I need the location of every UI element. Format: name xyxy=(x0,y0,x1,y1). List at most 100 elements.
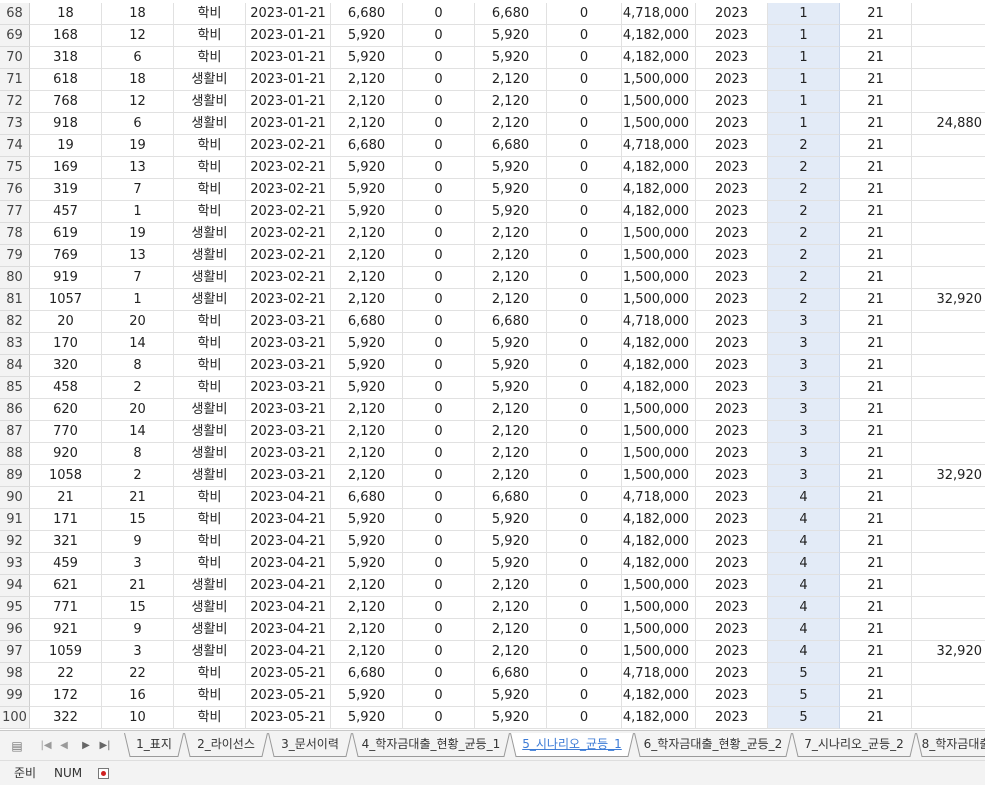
cell-value-year[interactable]: 2023 xyxy=(696,3,768,25)
cell-value-date[interactable]: 2023-04-21 xyxy=(246,641,331,663)
cell-value-interest[interactable]: 0 xyxy=(403,91,475,113)
row-header[interactable]: 91 xyxy=(0,509,30,531)
cell-value-month[interactable]: 4 xyxy=(768,553,840,575)
cell-value-payment[interactable]: 2,120 xyxy=(331,223,403,245)
cell-value-month[interactable]: 4 xyxy=(768,509,840,531)
cell-value-interest[interactable]: 0 xyxy=(403,47,475,69)
sheet-tab[interactable]: 6_학자금대출_현황_균등_2 xyxy=(634,733,792,757)
cell-value-seq[interactable]: 18 xyxy=(102,69,174,91)
spreadsheet-grid[interactable]: 68 18 18 학비 2023-01-21 6,680 0 6,680 0 4,718,000 2… xyxy=(0,0,985,730)
cell-value-balance[interactable]: 4,182,000 xyxy=(622,553,696,575)
cell-value-subtotal[interactable] xyxy=(912,575,985,597)
cell-value-date[interactable]: 2023-04-21 xyxy=(246,597,331,619)
cell-value-payment[interactable]: 6,680 xyxy=(331,663,403,685)
cell-value-date[interactable]: 2023-02-21 xyxy=(246,245,331,267)
cell-value-interest[interactable]: 0 xyxy=(403,531,475,553)
cell-value-type[interactable]: 생활비 xyxy=(174,421,246,443)
cell-value-extra[interactable]: 0 xyxy=(547,619,622,641)
row-header[interactable]: 79 xyxy=(0,245,30,267)
cell-value-year[interactable]: 2023 xyxy=(696,663,768,685)
cell-value-balance[interactable]: 4,718,000 xyxy=(622,487,696,509)
cell-value-month[interactable]: 3 xyxy=(768,355,840,377)
cell-value-date[interactable]: 2023-04-21 xyxy=(246,531,331,553)
cell-value-interest[interactable]: 0 xyxy=(403,333,475,355)
cell-value-month[interactable]: 2 xyxy=(768,157,840,179)
cell-value-type[interactable]: 학비 xyxy=(174,553,246,575)
cell-value-subtotal[interactable] xyxy=(912,311,985,333)
cell-value-subtotal[interactable] xyxy=(912,333,985,355)
row-header[interactable]: 75 xyxy=(0,157,30,179)
cell-value-extra[interactable]: 0 xyxy=(547,245,622,267)
cell-value-date[interactable]: 2023-01-21 xyxy=(246,91,331,113)
cell-value-principal[interactable]: 6,680 xyxy=(475,487,547,509)
cell-value-type[interactable]: 학비 xyxy=(174,25,246,47)
cell-value-id[interactable]: 457 xyxy=(30,201,102,223)
cell-value-date[interactable]: 2023-02-21 xyxy=(246,223,331,245)
cell-value-subtotal[interactable]: 24,880 xyxy=(912,113,985,135)
cell-value-seq[interactable]: 15 xyxy=(102,597,174,619)
cell-value-balance[interactable]: 4,182,000 xyxy=(622,25,696,47)
row-header[interactable]: 88 xyxy=(0,443,30,465)
cell-value-interest[interactable]: 0 xyxy=(403,223,475,245)
cell-value-principal[interactable]: 6,680 xyxy=(475,663,547,685)
cell-value-interest[interactable]: 0 xyxy=(403,179,475,201)
cell-value-year[interactable]: 2023 xyxy=(696,553,768,575)
cell-value-date[interactable]: 2023-01-21 xyxy=(246,47,331,69)
cell-value-principal[interactable]: 2,120 xyxy=(475,421,547,443)
cell-value-day[interactable]: 21 xyxy=(840,619,912,641)
cell-value-interest[interactable]: 0 xyxy=(403,157,475,179)
cell-value-subtotal[interactable] xyxy=(912,223,985,245)
cell-value-type[interactable]: 생활비 xyxy=(174,597,246,619)
cell-value-subtotal[interactable] xyxy=(912,69,985,91)
cell-value-date[interactable]: 2023-03-21 xyxy=(246,399,331,421)
cell-value-seq[interactable]: 9 xyxy=(102,531,174,553)
cell-value-payment[interactable]: 5,920 xyxy=(331,531,403,553)
cell-value-interest[interactable]: 0 xyxy=(403,245,475,267)
cell-value-type[interactable]: 학비 xyxy=(174,179,246,201)
cell-value-id[interactable]: 921 xyxy=(30,619,102,641)
cell-value-seq[interactable]: 9 xyxy=(102,619,174,641)
cell-value-day[interactable]: 21 xyxy=(840,3,912,25)
cell-value-interest[interactable]: 0 xyxy=(403,201,475,223)
cell-value-date[interactable]: 2023-05-21 xyxy=(246,707,331,729)
cell-value-id[interactable]: 168 xyxy=(30,25,102,47)
cell-value-type[interactable]: 학비 xyxy=(174,135,246,157)
cell-value-id[interactable]: 1057 xyxy=(30,289,102,311)
cell-value-interest[interactable]: 0 xyxy=(403,509,475,531)
cell-value-seq[interactable]: 19 xyxy=(102,223,174,245)
cell-value-seq[interactable]: 21 xyxy=(102,487,174,509)
row-header[interactable]: 81 xyxy=(0,289,30,311)
cell-value-seq[interactable]: 19 xyxy=(102,135,174,157)
cell-value-interest[interactable]: 0 xyxy=(403,487,475,509)
cell-value-month[interactable]: 2 xyxy=(768,267,840,289)
cell-value-seq[interactable]: 2 xyxy=(102,377,174,399)
cell-value-type[interactable]: 학비 xyxy=(174,157,246,179)
cell-value-type[interactable]: 생활비 xyxy=(174,399,246,421)
cell-value-id[interactable]: 171 xyxy=(30,509,102,531)
cell-value-principal[interactable]: 2,120 xyxy=(475,597,547,619)
cell-value-extra[interactable]: 0 xyxy=(547,377,622,399)
cell-value-type[interactable]: 학비 xyxy=(174,3,246,25)
cell-value-principal[interactable]: 2,120 xyxy=(475,575,547,597)
prev-sheet-icon[interactable]: ◀ xyxy=(58,731,70,761)
cell-value-month[interactable]: 4 xyxy=(768,531,840,553)
cell-value-seq[interactable]: 12 xyxy=(102,25,174,47)
cell-value-year[interactable]: 2023 xyxy=(696,267,768,289)
cell-value-type[interactable]: 학비 xyxy=(174,201,246,223)
cell-value-principal[interactable]: 2,120 xyxy=(475,641,547,663)
cell-value-balance[interactable]: 4,718,000 xyxy=(622,311,696,333)
cell-value-day[interactable]: 21 xyxy=(840,553,912,575)
cell-value-seq[interactable]: 1 xyxy=(102,289,174,311)
row-header[interactable]: 86 xyxy=(0,399,30,421)
cell-value-date[interactable]: 2023-03-21 xyxy=(246,355,331,377)
row-header[interactable]: 69 xyxy=(0,25,30,47)
cell-value-type[interactable]: 생활비 xyxy=(174,245,246,267)
row-header[interactable]: 77 xyxy=(0,201,30,223)
cell-value-payment[interactable]: 5,920 xyxy=(331,355,403,377)
cell-value-balance[interactable]: 1,500,000 xyxy=(622,443,696,465)
cell-value-balance[interactable]: 4,182,000 xyxy=(622,355,696,377)
cell-value-type[interactable]: 학비 xyxy=(174,509,246,531)
cell-value-day[interactable]: 21 xyxy=(840,575,912,597)
cell-value-extra[interactable]: 0 xyxy=(547,69,622,91)
cell-value-month[interactable]: 3 xyxy=(768,443,840,465)
